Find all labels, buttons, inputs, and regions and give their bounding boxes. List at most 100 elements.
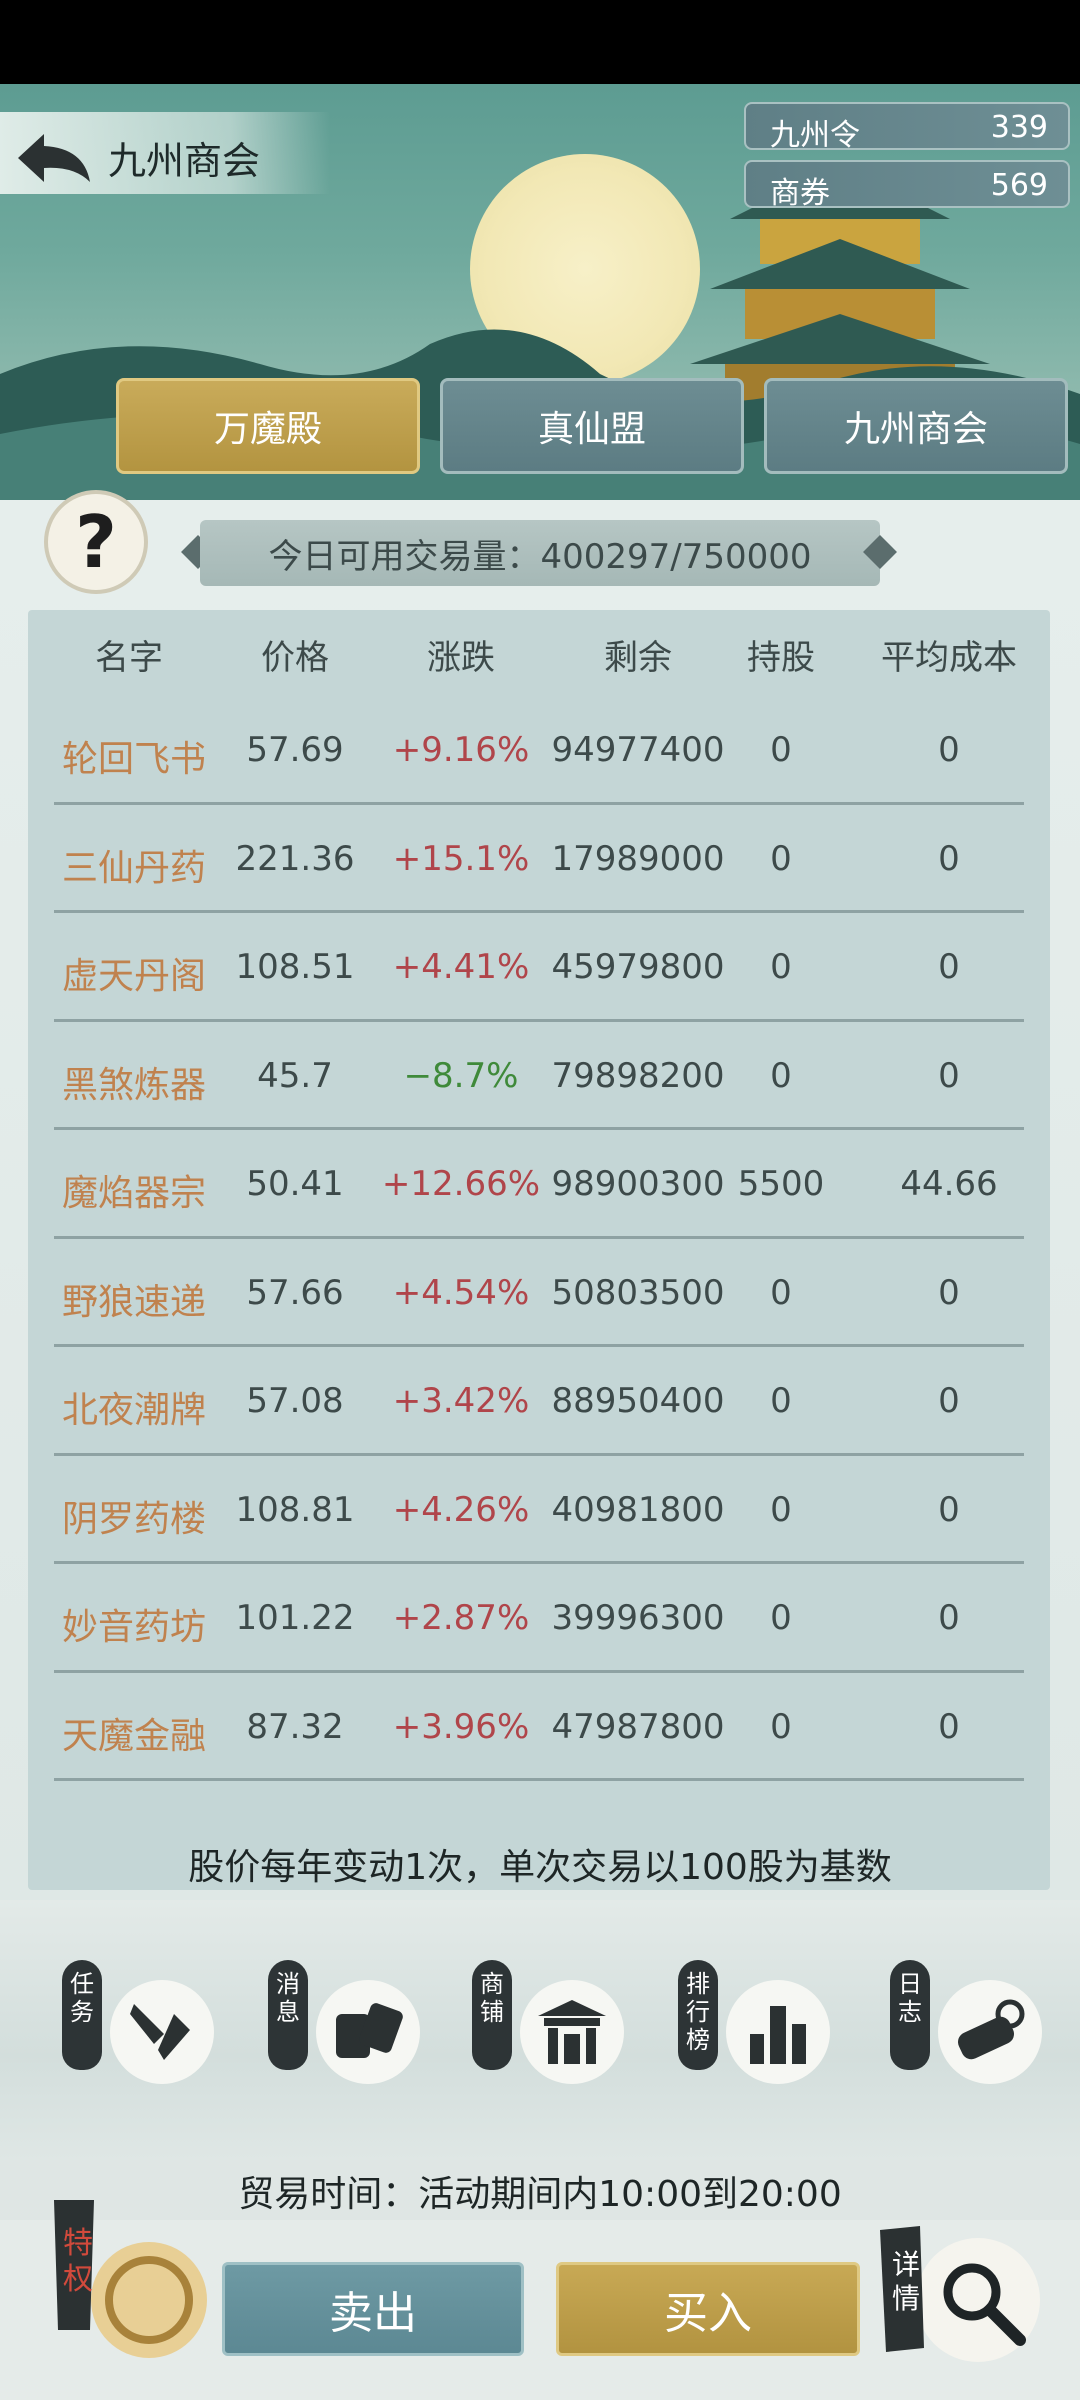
table-row[interactable]: 北夜潮牌 57.08 +3.42% 88950400 0 0 <box>28 1347 1050 1456</box>
table-row[interactable]: 轮回飞书 57.69 +9.16% 94977400 0 0 <box>28 696 1050 805</box>
tool-label: 排行榜 <box>678 1960 718 2070</box>
table-row[interactable]: 魔焰器宗 50.41 +12.66% 98900300 5500 44.66 <box>28 1130 1050 1239</box>
shop-icon <box>538 2000 606 2064</box>
back-arrow-icon[interactable] <box>14 128 94 188</box>
stock-change: −2.74% <box>368 1815 554 1820</box>
column-header-avg-cost: 平均成本 <box>881 638 1017 678</box>
table-row[interactable]: 黑煞炼器 45.7 −8.7% 79898200 0 0 <box>28 1022 1050 1131</box>
stock-holding: 0 <box>770 1598 792 1638</box>
stock-change: +2.87% <box>392 1598 530 1638</box>
stock-remaining: 17989000 <box>551 838 725 879</box>
tab-wanmodian[interactable]: 万魔殿 <box>116 378 420 474</box>
stock-avg-cost: 0 <box>938 838 960 879</box>
stock-holding: 0 <box>714 1815 848 1820</box>
stock-name: 北夜潮牌 <box>61 1390 206 1431</box>
daily-volume-bar: 今日可用交易量：400297/750000 <box>200 520 880 586</box>
resource-value: 569 <box>990 168 1048 203</box>
column-header-price: 价格 <box>261 638 329 678</box>
trade-rule-note: 股价每年变动1次，单次交易以100股为基数 <box>188 1847 892 1888</box>
message-button[interactable]: 消息 <box>268 1960 420 2084</box>
stock-change: +12.66% <box>381 1164 541 1204</box>
log-button[interactable]: 日志 <box>890 1960 1042 2084</box>
privilege-label: 特权 <box>63 2226 93 2297</box>
stock-change: +3.96% <box>392 1706 530 1747</box>
log-scroll-icon <box>957 1999 1025 2060</box>
stock-table: 名字 价格 涨跌 剩余 持股 平均成本 轮回飞书 57.69 +9.16% 94977… <box>28 610 1050 1890</box>
stock-price: 127.2 <box>228 1815 362 1820</box>
stock-avg-cost: 0 <box>938 730 960 770</box>
stock-price: 50.41 <box>246 1164 344 1204</box>
stock-price: 87.32 <box>246 1706 344 1747</box>
quest-button[interactable]: 任务 <box>62 1960 214 2084</box>
table-header: 名字 价格 涨跌 剩余 持股 平均成本 <box>28 610 1050 696</box>
tab-jiuzhou-shanghui[interactable]: 九州商会 <box>764 378 1068 474</box>
stock-remaining: 45979800 <box>551 947 725 987</box>
stock-holding: 0 <box>770 947 792 987</box>
quest-icon <box>130 2004 190 2060</box>
stock-remaining: 47987800 <box>551 1706 725 1747</box>
stock-name: 虚天丹阁 <box>61 956 206 997</box>
table-row[interactable]: 三仙丹药 221.36 +15.1% 17989000 0 0 <box>28 805 1050 914</box>
stock-holding: 0 <box>770 1706 792 1747</box>
stock-remaining: 88950400 <box>551 1381 725 1421</box>
stock-avg-cost: 0 <box>938 1055 960 1096</box>
shop-button[interactable]: 商铺 <box>472 1960 624 2084</box>
stock-change: +15.1% <box>392 838 530 879</box>
stock-name: 三仙丹药 <box>61 847 206 889</box>
resource-value: 339 <box>990 110 1048 145</box>
table-row[interactable]: 阴罗药楼 108.81 +4.26% 40981800 0 0 <box>28 1456 1050 1565</box>
stock-holding: 0 <box>770 1272 792 1313</box>
stock-holding: 0 <box>770 838 792 879</box>
detail-button[interactable]: 详情 <box>880 2220 1055 2370</box>
buy-button[interactable]: 买入 <box>556 2262 860 2356</box>
stock-avg-cost: 0 <box>938 947 960 987</box>
tool-label: 消息 <box>268 1960 308 2070</box>
stock-price: 57.66 <box>246 1272 344 1313</box>
tool-label: 商铺 <box>472 1960 512 2070</box>
detail-label: 详情 <box>891 2248 920 2315</box>
stock-holding: 0 <box>770 730 792 770</box>
table-body[interactable]: 轮回飞书 57.69 +9.16% 94977400 0 0 三仙丹药 221.36 +15.1… <box>28 696 1050 1820</box>
stock-holding: 0 <box>770 1489 792 1530</box>
stock-price: 45.7 <box>257 1055 333 1096</box>
stock-price: 57.69 <box>246 730 344 770</box>
message-icon <box>336 2003 403 2058</box>
sell-button[interactable]: 卖出 <box>222 2262 524 2356</box>
stock-remaining: 40981800 <box>551 1489 725 1530</box>
stock-change: +3.42% <box>392 1381 530 1421</box>
table-row[interactable]: 虚天丹阁 108.51 +4.41% 45979800 0 0 <box>28 913 1050 1022</box>
stock-avg-cost: 0 <box>938 1272 960 1313</box>
stock-avg-cost: 0 <box>864 1815 1034 1820</box>
column-header-name: 名字 <box>95 638 163 678</box>
ranking-button[interactable]: 排行榜 <box>678 1960 830 2084</box>
table-row[interactable]: 妙音药坊 101.22 +2.87% 39996300 0 0 <box>28 1564 1050 1673</box>
column-header-change: 涨跌 <box>427 638 495 678</box>
stock-name: 野狼速递 <box>61 1281 206 1323</box>
stock-name: 魔焰器宗 <box>61 1173 206 1214</box>
resource-voucher: 商券 569 <box>744 160 1070 211</box>
column-header-holding: 持股 <box>747 638 815 678</box>
stock-avg-cost: 0 <box>938 1381 960 1421</box>
stock-avg-cost: 0 <box>938 1489 960 1530</box>
column-header-remaining: 剩余 <box>604 638 672 678</box>
resource-jiuzhou-token: 九州令 339 <box>744 102 1070 153</box>
help-button[interactable]: ? <box>44 490 148 594</box>
stock-remaining: 42989900 <box>538 1815 738 1820</box>
table-row[interactable]: 野狼速递 57.66 +4.54% 50803500 0 0 <box>28 1239 1050 1348</box>
stock-remaining: 50803500 <box>551 1272 725 1313</box>
stock-name: 阴罗药楼 <box>61 1498 206 1540</box>
stock-change: +4.41% <box>392 947 530 987</box>
stock-avg-cost: 0 <box>938 1706 960 1747</box>
ranking-icon <box>750 2006 806 2064</box>
tab-zhenxianmeng[interactable]: 真仙盟 <box>440 378 744 474</box>
stock-name: 天魔金融 <box>61 1715 206 1757</box>
stock-price: 101.22 <box>235 1598 355 1638</box>
stock-price: 221.36 <box>235 838 355 879</box>
stock-remaining: 94977400 <box>551 730 725 770</box>
table-row[interactable]: 九幽灵力127.2−2.74%4298990000 <box>28 1781 1050 1820</box>
table-row[interactable]: 天魔金融 87.32 +3.96% 47987800 0 0 <box>28 1673 1050 1782</box>
stock-change: +9.16% <box>392 730 530 770</box>
privilege-button[interactable]: 特权 <box>44 2200 214 2370</box>
stock-avg-cost: 0 <box>938 1598 960 1638</box>
tool-label: 任务 <box>62 1960 102 2070</box>
